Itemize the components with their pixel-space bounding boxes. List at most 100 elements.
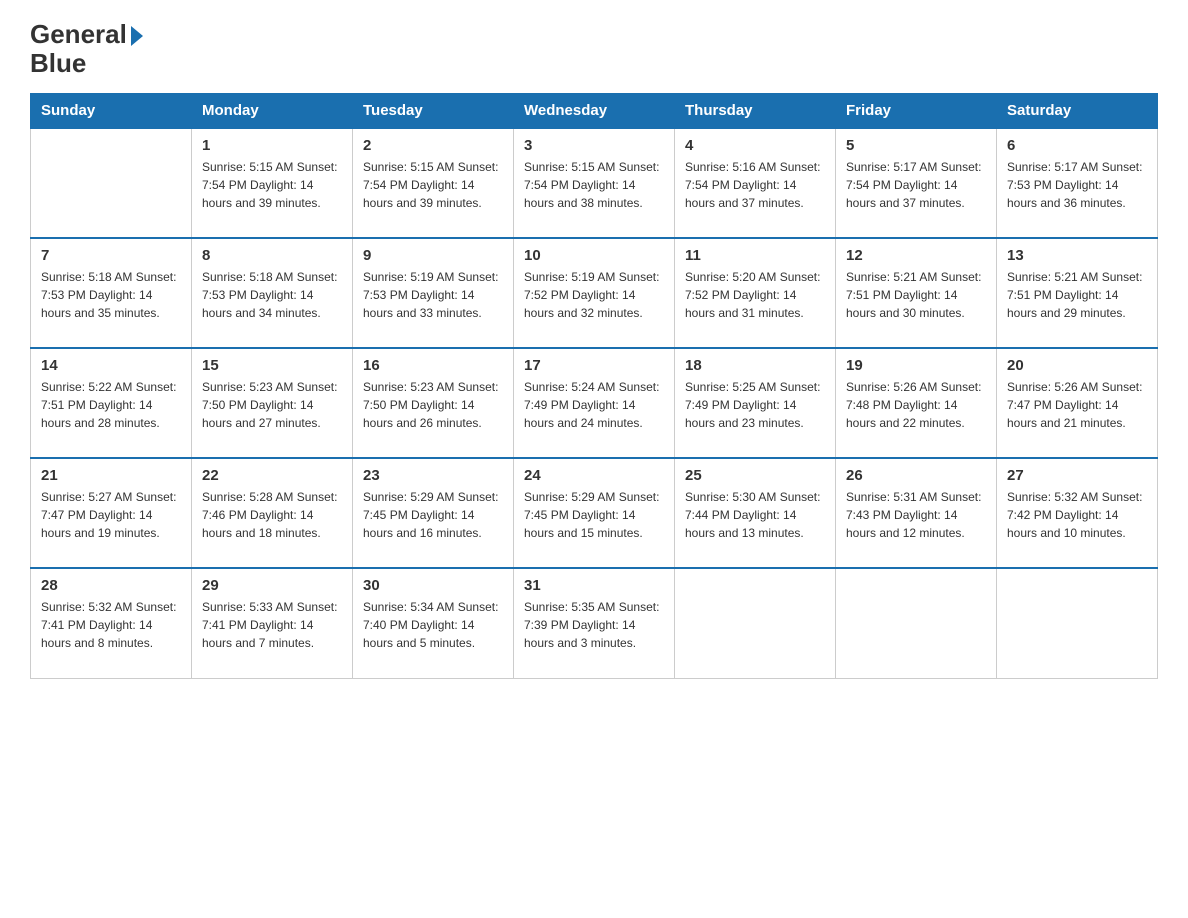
day-info: Sunrise: 5:19 AM Sunset: 7:53 PM Dayligh…	[363, 268, 503, 322]
day-info: Sunrise: 5:23 AM Sunset: 7:50 PM Dayligh…	[202, 378, 342, 432]
day-info: Sunrise: 5:28 AM Sunset: 7:46 PM Dayligh…	[202, 488, 342, 542]
day-number: 22	[202, 467, 342, 484]
calendar-cell: 29 Sunrise: 5:33 AM Sunset: 7:41 PM Dayli…	[192, 568, 353, 678]
header-wednesday: Wednesday	[514, 94, 675, 129]
header-tuesday: Tuesday	[353, 94, 514, 129]
header-sunday: Sunday	[31, 94, 192, 129]
calendar-header-row: SundayMondayTuesdayWednesdayThursdayFrid…	[31, 94, 1158, 129]
calendar-cell	[31, 128, 192, 238]
calendar-cell	[675, 568, 836, 678]
calendar-cell: 18 Sunrise: 5:25 AM Sunset: 7:49 PM Dayli…	[675, 348, 836, 458]
calendar-cell: 23 Sunrise: 5:29 AM Sunset: 7:45 PM Dayli…	[353, 458, 514, 568]
calendar-cell	[836, 568, 997, 678]
day-info: Sunrise: 5:29 AM Sunset: 7:45 PM Dayligh…	[363, 488, 503, 542]
calendar-cell: 5 Sunrise: 5:17 AM Sunset: 7:54 PM Daylig…	[836, 128, 997, 238]
day-info: Sunrise: 5:26 AM Sunset: 7:47 PM Dayligh…	[1007, 378, 1147, 432]
logo: General Blue	[30, 20, 143, 77]
calendar-cell: 21 Sunrise: 5:27 AM Sunset: 7:47 PM Dayli…	[31, 458, 192, 568]
day-number: 31	[524, 577, 664, 594]
week-row-1: 1 Sunrise: 5:15 AM Sunset: 7:54 PM Daylig…	[31, 128, 1158, 238]
week-row-5: 28 Sunrise: 5:32 AM Sunset: 7:41 PM Dayli…	[31, 568, 1158, 678]
day-number: 18	[685, 357, 825, 374]
day-info: Sunrise: 5:15 AM Sunset: 7:54 PM Dayligh…	[363, 158, 503, 212]
day-info: Sunrise: 5:27 AM Sunset: 7:47 PM Dayligh…	[41, 488, 181, 542]
page-header: General Blue	[30, 20, 1158, 77]
day-number: 12	[846, 247, 986, 264]
day-number: 16	[363, 357, 503, 374]
day-number: 10	[524, 247, 664, 264]
day-info: Sunrise: 5:30 AM Sunset: 7:44 PM Dayligh…	[685, 488, 825, 542]
day-number: 15	[202, 357, 342, 374]
day-info: Sunrise: 5:17 AM Sunset: 7:53 PM Dayligh…	[1007, 158, 1147, 212]
day-number: 23	[363, 467, 503, 484]
header-thursday: Thursday	[675, 94, 836, 129]
day-info: Sunrise: 5:32 AM Sunset: 7:42 PM Dayligh…	[1007, 488, 1147, 542]
day-info: Sunrise: 5:15 AM Sunset: 7:54 PM Dayligh…	[202, 158, 342, 212]
day-number: 3	[524, 137, 664, 154]
day-number: 25	[685, 467, 825, 484]
day-info: Sunrise: 5:20 AM Sunset: 7:52 PM Dayligh…	[685, 268, 825, 322]
calendar-cell: 24Sunrise: 5:29 AM Sunset: 7:45 PM Dayli…	[514, 458, 675, 568]
day-info: Sunrise: 5:22 AM Sunset: 7:51 PM Dayligh…	[41, 378, 181, 432]
day-number: 2	[363, 137, 503, 154]
calendar-cell: 10Sunrise: 5:19 AM Sunset: 7:52 PM Dayli…	[514, 238, 675, 348]
header-saturday: Saturday	[997, 94, 1158, 129]
calendar-cell: 9 Sunrise: 5:19 AM Sunset: 7:53 PM Daylig…	[353, 238, 514, 348]
day-number: 13	[1007, 247, 1147, 264]
calendar-cell: 16 Sunrise: 5:23 AM Sunset: 7:50 PM Dayli…	[353, 348, 514, 458]
calendar-cell: 8Sunrise: 5:18 AM Sunset: 7:53 PM Daylig…	[192, 238, 353, 348]
day-info: Sunrise: 5:35 AM Sunset: 7:39 PM Dayligh…	[524, 598, 664, 652]
day-info: Sunrise: 5:16 AM Sunset: 7:54 PM Dayligh…	[685, 158, 825, 212]
day-number: 5	[846, 137, 986, 154]
calendar-cell: 17Sunrise: 5:24 AM Sunset: 7:49 PM Dayli…	[514, 348, 675, 458]
day-number: 14	[41, 357, 181, 374]
calendar-cell: 2 Sunrise: 5:15 AM Sunset: 7:54 PM Daylig…	[353, 128, 514, 238]
calendar-cell: 6 Sunrise: 5:17 AM Sunset: 7:53 PM Daylig…	[997, 128, 1158, 238]
header-friday: Friday	[836, 94, 997, 129]
day-number: 6	[1007, 137, 1147, 154]
calendar-cell: 14 Sunrise: 5:22 AM Sunset: 7:51 PM Dayli…	[31, 348, 192, 458]
day-info: Sunrise: 5:32 AM Sunset: 7:41 PM Dayligh…	[41, 598, 181, 652]
calendar-cell: 12 Sunrise: 5:21 AM Sunset: 7:51 PM Dayli…	[836, 238, 997, 348]
day-number: 29	[202, 577, 342, 594]
logo-general: General	[30, 20, 127, 49]
day-info: Sunrise: 5:21 AM Sunset: 7:51 PM Dayligh…	[1007, 268, 1147, 322]
calendar-cell: 3 Sunrise: 5:15 AM Sunset: 7:54 PM Daylig…	[514, 128, 675, 238]
week-row-4: 21 Sunrise: 5:27 AM Sunset: 7:47 PM Dayli…	[31, 458, 1158, 568]
day-number: 26	[846, 467, 986, 484]
day-number: 19	[846, 357, 986, 374]
day-info: Sunrise: 5:25 AM Sunset: 7:49 PM Dayligh…	[685, 378, 825, 432]
day-info: Sunrise: 5:15 AM Sunset: 7:54 PM Dayligh…	[524, 158, 664, 212]
day-info: Sunrise: 5:18 AM Sunset: 7:53 PM Dayligh…	[41, 268, 181, 322]
logo-arrow-icon	[131, 26, 143, 46]
day-number: 11	[685, 247, 825, 264]
day-info: Sunrise: 5:33 AM Sunset: 7:41 PM Dayligh…	[202, 598, 342, 652]
logo-blue: Blue	[30, 48, 86, 78]
calendar-cell: 1 Sunrise: 5:15 AM Sunset: 7:54 PM Daylig…	[192, 128, 353, 238]
day-number: 1	[202, 137, 342, 154]
day-info: Sunrise: 5:23 AM Sunset: 7:50 PM Dayligh…	[363, 378, 503, 432]
calendar-cell: 4 Sunrise: 5:16 AM Sunset: 7:54 PM Daylig…	[675, 128, 836, 238]
calendar-cell: 22 Sunrise: 5:28 AM Sunset: 7:46 PM Dayli…	[192, 458, 353, 568]
week-row-3: 14 Sunrise: 5:22 AM Sunset: 7:51 PM Dayli…	[31, 348, 1158, 458]
day-number: 4	[685, 137, 825, 154]
day-info: Sunrise: 5:31 AM Sunset: 7:43 PM Dayligh…	[846, 488, 986, 542]
calendar-cell: 28 Sunrise: 5:32 AM Sunset: 7:41 PM Dayli…	[31, 568, 192, 678]
day-info: Sunrise: 5:34 AM Sunset: 7:40 PM Dayligh…	[363, 598, 503, 652]
day-number: 9	[363, 247, 503, 264]
calendar-cell: 19Sunrise: 5:26 AM Sunset: 7:48 PM Dayli…	[836, 348, 997, 458]
day-number: 24	[524, 467, 664, 484]
day-number: 27	[1007, 467, 1147, 484]
calendar-cell: 11 Sunrise: 5:20 AM Sunset: 7:52 PM Dayli…	[675, 238, 836, 348]
calendar-cell: 25 Sunrise: 5:30 AM Sunset: 7:44 PM Dayli…	[675, 458, 836, 568]
calendar-cell: 15 Sunrise: 5:23 AM Sunset: 7:50 PM Dayli…	[192, 348, 353, 458]
day-number: 28	[41, 577, 181, 594]
calendar-cell: 13 Sunrise: 5:21 AM Sunset: 7:51 PM Dayli…	[997, 238, 1158, 348]
calendar-cell: 27 Sunrise: 5:32 AM Sunset: 7:42 PM Dayli…	[997, 458, 1158, 568]
day-info: Sunrise: 5:17 AM Sunset: 7:54 PM Dayligh…	[846, 158, 986, 212]
calendar-cell: 26 Sunrise: 5:31 AM Sunset: 7:43 PM Dayli…	[836, 458, 997, 568]
day-info: Sunrise: 5:21 AM Sunset: 7:51 PM Dayligh…	[846, 268, 986, 322]
day-number: 21	[41, 467, 181, 484]
header-monday: Monday	[192, 94, 353, 129]
day-number: 8	[202, 247, 342, 264]
